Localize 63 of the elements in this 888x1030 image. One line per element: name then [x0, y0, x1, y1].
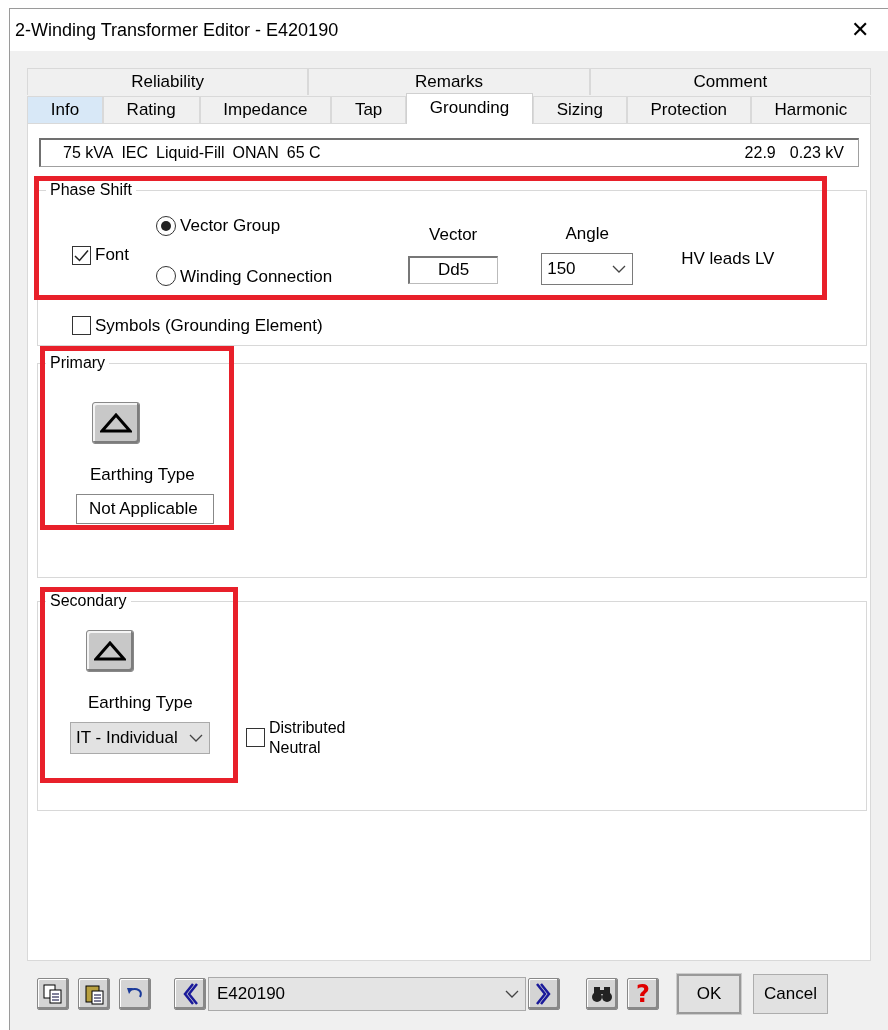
tab[interactable]: Info — [27, 96, 103, 123]
radio-label: Winding Connection — [180, 265, 333, 288]
summary-text: ONAN — [232, 143, 279, 163]
field-label: Earthing Type — [88, 692, 194, 714]
tab[interactable]: Sizing — [532, 96, 627, 123]
undo-button[interactable] — [119, 978, 151, 1010]
tab[interactable]: Tap — [331, 96, 407, 123]
group-title: Primary — [46, 353, 110, 373]
double-chevron-right-icon — [535, 982, 553, 1006]
summary-text: 22.9 — [744, 143, 776, 163]
radio-label: Vector Group — [180, 215, 281, 237]
checkbox-label: Font — [95, 244, 130, 267]
dialog-button[interactable]: Cancel — [753, 974, 828, 1014]
tab[interactable]: Rating — [102, 96, 200, 123]
summary-text: 65 C — [286, 143, 321, 163]
tab[interactable]: Protection — [626, 96, 751, 123]
tab[interactable]: Harmonic — [750, 96, 872, 123]
field-label: Angle — [565, 223, 609, 246]
checkbox[interactable] — [72, 245, 91, 265]
triangle-button[interactable] — [92, 402, 140, 444]
summary-text: Liquid-Fill — [156, 143, 225, 163]
record-dropdown[interactable]: E420190 — [208, 977, 526, 1011]
previous-button[interactable] — [174, 978, 206, 1010]
copy-button[interactable] — [37, 978, 69, 1010]
check-icon — [74, 248, 89, 262]
checkbox[interactable] — [72, 316, 91, 336]
close-button[interactable]: ✕ — [838, 19, 882, 41]
field-label: Vector — [429, 224, 478, 247]
copy-icon — [43, 984, 63, 1004]
vector-field[interactable]: Dd5 — [408, 255, 499, 284]
find-button[interactable] — [586, 978, 618, 1010]
summary-text: IEC — [121, 143, 149, 163]
checkbox-label: Symbols (Grounding Element) — [95, 315, 323, 337]
triangle-button[interactable] — [86, 630, 134, 672]
tab[interactable]: Remarks — [308, 68, 590, 95]
group-title: Secondary — [46, 591, 131, 611]
tab[interactable]: Reliability — [27, 68, 309, 95]
earthing-field: Not Applicable — [76, 493, 214, 524]
clipboard-icon — [84, 983, 104, 1005]
field-label: Earthing Type — [90, 464, 195, 486]
caret-icon — [189, 733, 203, 742]
earthing-dropdown[interactable]: IT - Individual — [70, 721, 210, 754]
triangle-icon — [94, 641, 126, 661]
binoculars-icon — [591, 985, 613, 1003]
tab[interactable]: Comment — [589, 68, 871, 95]
dialog-button[interactable]: OK — [677, 974, 741, 1014]
caret-icon — [612, 264, 627, 273]
tab[interactable]: Grounding — [406, 93, 533, 124]
summary-text: 75 kVA — [63, 143, 114, 163]
checkbox-label: Distributed Neutral — [269, 717, 347, 758]
paste-button[interactable] — [78, 978, 110, 1010]
summary-text: 0.23 kV — [789, 143, 844, 163]
next-button[interactable] — [528, 978, 560, 1010]
window-title: 2-Winding Transformer Editor - E420190 — [15, 18, 339, 42]
double-chevron-left-icon — [181, 982, 199, 1006]
checkbox[interactable] — [246, 727, 265, 747]
angle-dropdown[interactable]: 150 — [541, 252, 634, 285]
radio-button[interactable] — [156, 266, 177, 287]
radio-button[interactable] — [156, 215, 177, 236]
triangle-icon — [100, 413, 132, 433]
info-text: HV leads LV — [681, 248, 775, 271]
caret-icon — [505, 990, 519, 998]
tab[interactable]: Impedance — [199, 96, 332, 123]
